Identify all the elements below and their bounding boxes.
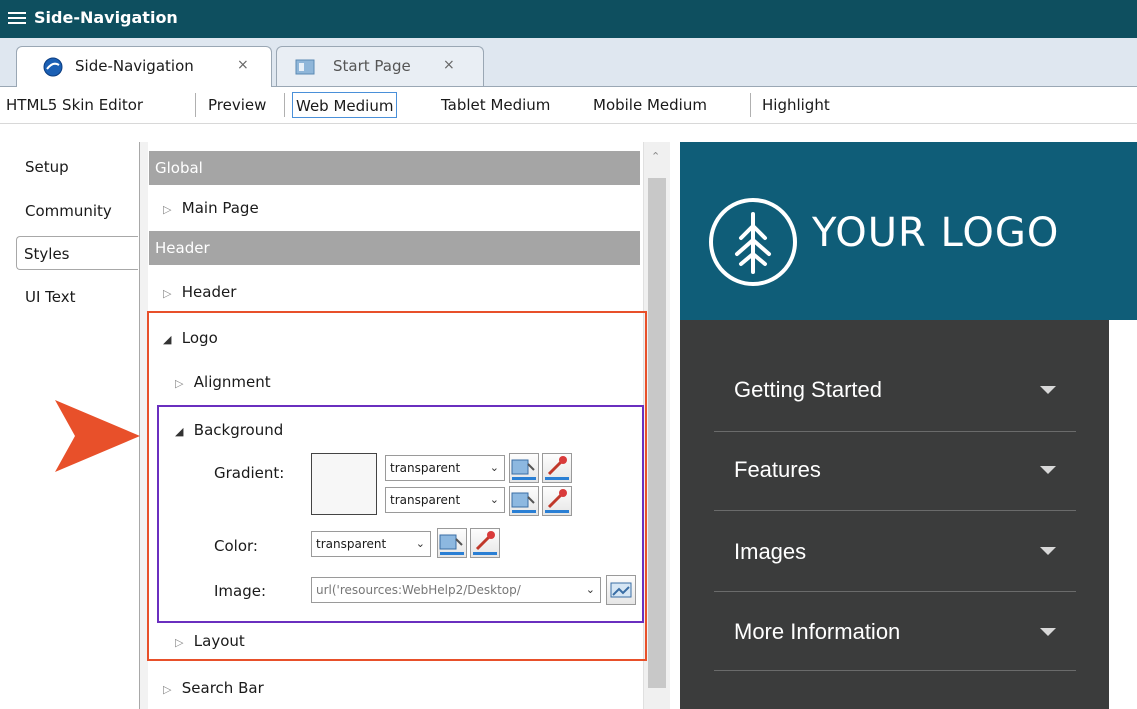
background-highlight-box <box>157 405 644 623</box>
page-icon <box>295 59 315 75</box>
sidetab-styles[interactable]: Styles <box>16 236 138 270</box>
nav-divider <box>714 431 1076 432</box>
preview-button[interactable]: Preview <box>205 92 269 118</box>
tab-start-page[interactable]: Start Page × <box>276 46 484 86</box>
sidetab-setup[interactable]: Setup <box>18 150 140 184</box>
separator <box>750 93 751 117</box>
scrollbar-thumb[interactable] <box>648 178 666 688</box>
expand-icon[interactable]: ▷ <box>163 279 177 309</box>
chevron-down-icon[interactable] <box>1040 628 1056 636</box>
globe-icon <box>43 57 63 77</box>
expand-icon[interactable]: ▷ <box>163 675 177 705</box>
tree-scrollbar[interactable]: ⌃ <box>643 142 670 709</box>
close-tab-icon[interactable]: × <box>237 57 249 73</box>
hamburger-menu-icon[interactable] <box>8 9 26 27</box>
chevron-down-icon[interactable] <box>1040 386 1056 394</box>
web-medium-button[interactable]: Web Medium <box>292 92 398 118</box>
separator <box>195 93 196 117</box>
toolbar: HTML5 Skin Editor Preview Web Medium Tab… <box>0 87 1137 124</box>
highlight-button[interactable]: Highlight <box>759 92 833 118</box>
nav-item-features[interactable]: Features <box>734 457 821 483</box>
nav-item-getting-started[interactable]: Getting Started <box>734 377 882 403</box>
tree-logo-icon <box>709 198 797 286</box>
expand-icon[interactable]: ▷ <box>163 195 177 225</box>
tab-side-navigation[interactable]: Side-Navigation × <box>16 46 272 87</box>
group-header-global: Global <box>149 151 640 185</box>
nav-item-more-information[interactable]: More Information <box>734 619 900 645</box>
tree-item-header[interactable]: ▷ Header <box>163 277 236 307</box>
window-title: Side-Navigation <box>34 8 178 27</box>
tab-label: Start Page <box>333 57 411 75</box>
nav-divider <box>714 510 1076 511</box>
tree-item-label: Main Page <box>181 199 259 217</box>
sidetab-community[interactable]: Community <box>18 194 140 228</box>
group-header-header: Header <box>149 231 640 265</box>
logo-text: YOUR LOGO <box>812 210 1060 256</box>
tree-item-main-page[interactable]: ▷ Main Page <box>163 193 259 223</box>
sidetab-ui-text[interactable]: UI Text <box>18 280 140 314</box>
tree-item-label: Header <box>181 283 237 301</box>
chevron-down-icon[interactable] <box>1040 466 1056 474</box>
callout-arrow-icon <box>55 400 140 472</box>
chevron-down-icon[interactable] <box>1040 547 1056 555</box>
document-tab-strip: Side-Navigation × Start Page × <box>0 38 1137 87</box>
tab-label: Side-Navigation <box>75 57 194 75</box>
title-bar: Side-Navigation <box>0 0 1137 38</box>
nav-divider <box>714 670 1076 671</box>
scroll-up-icon[interactable]: ⌃ <box>651 150 660 163</box>
html5-skin-editor-button[interactable]: HTML5 Skin Editor <box>3 92 146 118</box>
close-tab-icon[interactable]: × <box>443 57 455 73</box>
tree-item-label: Search Bar <box>181 679 264 697</box>
nav-item-images[interactable]: Images <box>734 539 806 565</box>
tablet-medium-button[interactable]: Tablet Medium <box>438 92 553 118</box>
separator <box>284 93 285 117</box>
mobile-medium-button[interactable]: Mobile Medium <box>590 92 710 118</box>
nav-divider <box>714 591 1076 592</box>
tree-item-search-bar[interactable]: ▷ Search Bar <box>163 673 264 703</box>
